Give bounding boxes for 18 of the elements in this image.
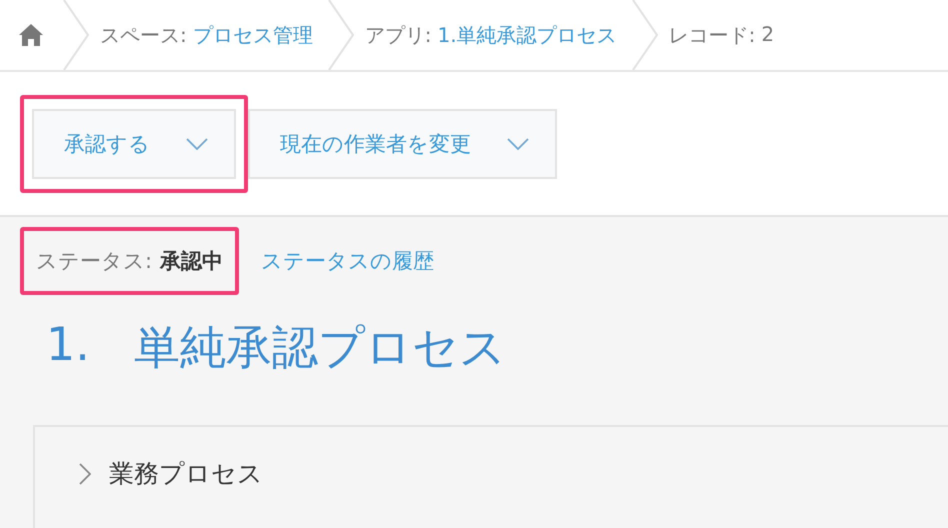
status-history-link[interactable]: ステータスの履歴	[261, 247, 434, 275]
chevron-down-icon	[186, 138, 208, 150]
action-dropdown-button[interactable]: 現在の作業者を変更	[248, 108, 557, 178]
chevron-right-icon[interactable]	[79, 462, 91, 484]
record-title: 単純承認プロセス	[134, 319, 506, 376]
chevron-down-icon	[507, 138, 529, 150]
action-dropdown-button[interactable]: 承認する	[32, 108, 236, 178]
status-value: 承認中	[160, 248, 224, 275]
breadcrumb-link[interactable]: 1.単純承認プロセス	[438, 22, 617, 48]
breadcrumb-label: アプリ:	[364, 22, 432, 48]
breadcrumb-label: スペース:	[100, 22, 187, 48]
breadcrumb-label: レコード:	[668, 22, 756, 48]
breadcrumb-link[interactable]: プロセス管理	[192, 22, 313, 48]
title-number: 1.	[46, 317, 90, 373]
status-label: ステータス:	[36, 248, 152, 275]
section-title[interactable]: 業務プロセス	[109, 457, 263, 490]
breadcrumb-value: 2	[761, 22, 774, 48]
home-icon[interactable]	[18, 23, 44, 47]
